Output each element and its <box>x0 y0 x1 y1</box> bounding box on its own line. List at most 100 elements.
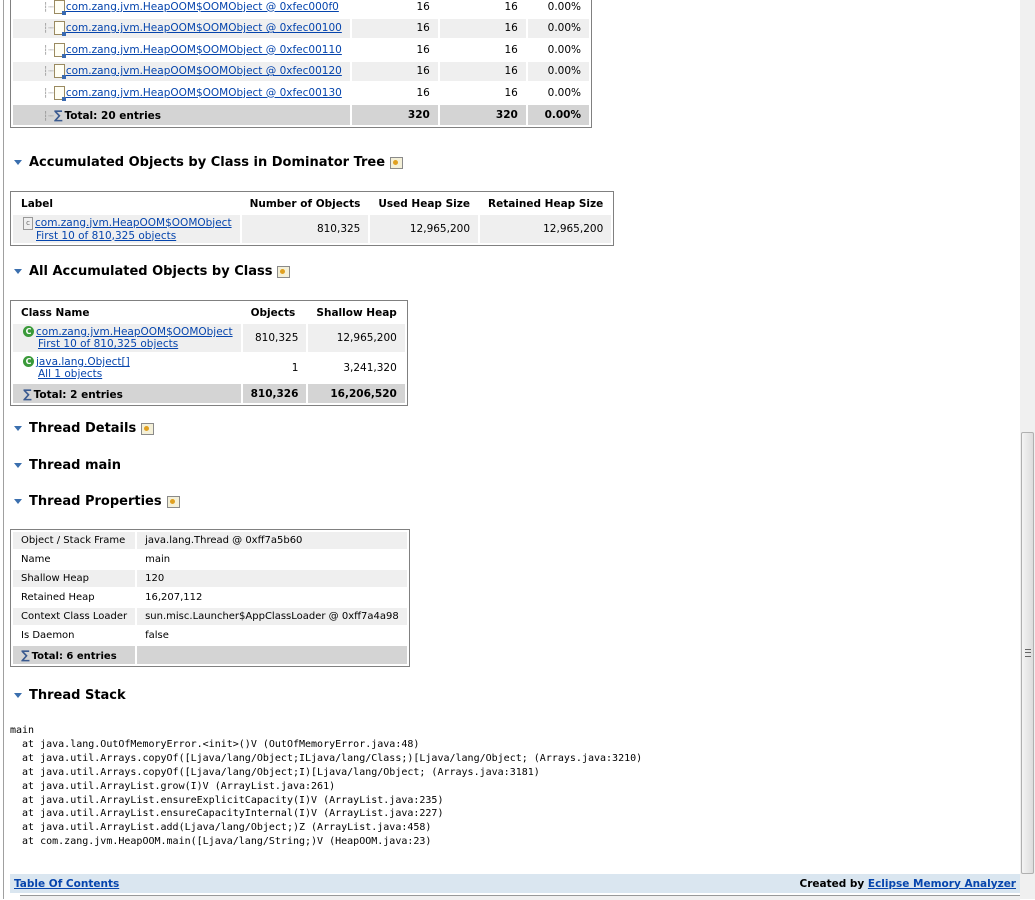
property-row: Retained Heap 16,207,112 <box>13 589 407 606</box>
cell: 16 <box>504 0 518 13</box>
property-row: Context Class Loader sun.misc.Launcher$Ap… <box>13 608 407 625</box>
property-row: Shallow Heap 120 <box>13 570 407 587</box>
object-link[interactable]: com.zang.jvm.HeapOOM$OOMObject @ 0xfec00… <box>66 44 342 56</box>
object-link[interactable]: com.zang.jvm.HeapOOM$OOMObject @ 0xfec00… <box>66 87 342 99</box>
object-link[interactable]: com.zang.jvm.HeapOOM$OOMObject @ 0xfec00… <box>66 1 339 13</box>
cell: 16 <box>416 43 430 56</box>
cell: 12,965,200 <box>480 215 612 243</box>
query-icon[interactable] <box>141 422 155 435</box>
page-border <box>3 0 4 899</box>
cell: 12,965,200 <box>370 215 478 243</box>
class-link[interactable]: com.zang.jvm.HeapOOM$OOMObject <box>36 326 233 338</box>
table-row: Cjava.lang.Object[] All 1 objects 1 3,241,3… <box>13 354 405 382</box>
tree-connector: ┆┈ <box>43 67 54 78</box>
section-dominator[interactable]: Accumulated Objects by Class in Dominato… <box>14 155 404 170</box>
total-label: Total: 6 entries <box>31 651 117 662</box>
section-title: Thread Properties <box>29 494 162 509</box>
cell: 16 <box>439 18 526 38</box>
cell: 16 <box>504 43 518 56</box>
section-title: Thread Stack <box>29 688 126 703</box>
cell: 16,206,520 <box>308 384 405 403</box>
property-value: java.lang.Thread @ 0xff7a5b60 <box>137 532 407 549</box>
object-link[interactable]: com.zang.jvm.HeapOOM$OOMObject @ 0xfec00… <box>66 65 342 77</box>
by-class-table: Class Name Objects Shallow Heap Ccom.zang.… <box>10 300 408 406</box>
section-thread-stack[interactable]: Thread Stack <box>14 688 126 703</box>
created-by-label: Created by <box>799 877 865 890</box>
query-icon[interactable] <box>166 495 180 508</box>
collapse-icon[interactable] <box>14 693 22 698</box>
collapse-icon[interactable] <box>14 463 22 468</box>
cell: 0.00% <box>527 18 589 38</box>
total-row: ∑ Total: 6 entries <box>13 646 407 664</box>
objects-link[interactable]: First 10 of 810,325 objects <box>36 230 176 242</box>
section-thread-main[interactable]: Thread main <box>14 458 121 473</box>
objects-link[interactable]: First 10 of 810,325 objects <box>38 338 178 350</box>
table-row: ┆┈ com.zang.jvm.HeapOOM$OOMObject @ 0xfec… <box>13 18 589 38</box>
table-of-contents-link[interactable]: Table Of Contents <box>14 878 119 890</box>
sum-icon: ∑ <box>21 648 30 662</box>
tree-connector: ┆┈ <box>43 2 54 13</box>
table-row: ┆┈ com.zang.jvm.HeapOOM$OOMObject @ 0xfec… <box>13 0 589 17</box>
cell: 16 <box>351 18 438 38</box>
object-icon <box>53 0 66 15</box>
cell: 0.00% <box>547 43 581 56</box>
total-row: ┆┈∑ Total: 20 entries 320 320 0.00% <box>13 104 589 125</box>
total-label: Total: 20 entries <box>64 109 162 122</box>
class-icon: C <box>23 326 34 337</box>
cell: 1 <box>291 362 299 374</box>
col-used: Used Heap Size <box>378 197 470 210</box>
section-by-class[interactable]: All Accumulated Objects by Class <box>14 264 291 279</box>
col-objects: Number of Objects <box>249 197 361 210</box>
class-link[interactable]: com.zang.jvm.HeapOOM$OOMObject <box>35 217 232 229</box>
property-key: Retained Heap <box>21 592 95 603</box>
eclipse-mat-link[interactable]: Eclipse Memory Analyzer <box>868 878 1016 890</box>
object-icon <box>53 21 66 37</box>
cell: 0.00% <box>547 0 581 13</box>
collapse-icon[interactable] <box>14 426 22 431</box>
object-icon <box>53 85 66 101</box>
col-label: Label <box>21 197 54 210</box>
cell: 3,241,320 <box>343 362 397 374</box>
query-icon[interactable] <box>277 265 291 278</box>
object-link[interactable]: com.zang.jvm.HeapOOM$OOMObject @ 0xfec00… <box>66 22 342 34</box>
grip-icon <box>1025 649 1031 657</box>
property-key: Context Class Loader <box>13 608 136 625</box>
cell: 12,965,200 <box>308 324 405 352</box>
section-title: Thread main <box>29 458 121 473</box>
property-value: main <box>145 554 171 565</box>
property-value: false <box>145 630 169 641</box>
property-key: Shallow Heap <box>13 570 136 587</box>
section-thread-details[interactable]: Thread Details <box>14 421 155 436</box>
col-class-name: Class Name <box>21 306 90 319</box>
cell: 16 <box>439 61 526 81</box>
cell: 16 <box>351 61 438 81</box>
cell: 16 <box>416 0 430 13</box>
vertical-scrollbar[interactable] <box>1020 0 1035 899</box>
section-title: Thread Details <box>29 421 137 436</box>
cell: 16 <box>416 86 430 99</box>
collapse-icon[interactable] <box>14 160 22 165</box>
collapse-icon[interactable] <box>14 499 22 504</box>
class-icon: c <box>23 216 33 230</box>
scrollbar-thumb[interactable] <box>1021 432 1034 874</box>
section-thread-properties[interactable]: Thread Properties <box>14 494 180 509</box>
objects-link[interactable]: All 1 objects <box>38 368 102 380</box>
property-value: 120 <box>137 570 407 587</box>
collapse-icon[interactable] <box>14 269 22 274</box>
cell: 810,326 <box>242 384 307 403</box>
class-link[interactable]: java.lang.Object[] <box>36 356 130 368</box>
cell: 0.00% <box>527 61 589 81</box>
col-shallow: Shallow Heap <box>316 306 397 319</box>
col-objects: Objects <box>250 306 296 319</box>
tree-connector: ┆┈ <box>43 24 54 35</box>
total-label: Total: 2 entries <box>33 388 123 401</box>
table-row: ┆┈ com.zang.jvm.HeapOOM$OOMObject @ 0xfec… <box>13 61 589 81</box>
query-icon[interactable] <box>390 156 404 169</box>
table-row: ┆┈ com.zang.jvm.HeapOOM$OOMObject @ 0xfec… <box>13 83 589 103</box>
table-row: c com.zang.jvm.HeapOOM$OOMObject First 10 … <box>13 215 612 243</box>
table-row: ┆┈ com.zang.jvm.HeapOOM$OOMObject @ 0xfec… <box>13 40 589 60</box>
cell: 320 <box>351 104 438 125</box>
horizontal-scrollbar[interactable] <box>20 895 1020 900</box>
tree-connector: ┆┈ <box>43 111 54 122</box>
sum-icon: ∑ <box>23 386 32 401</box>
